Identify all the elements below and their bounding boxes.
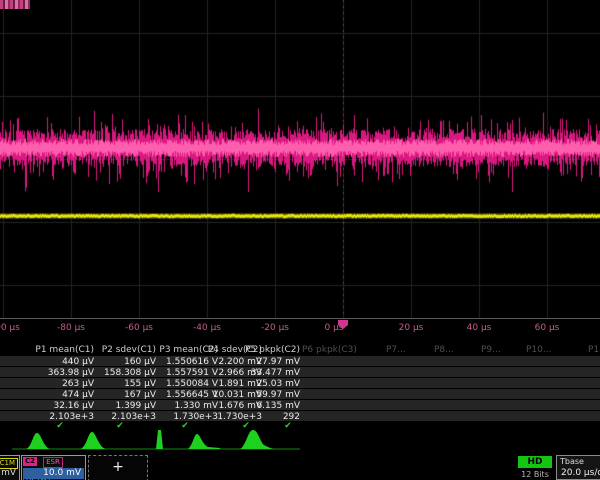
time-tick-label: 20 µs — [399, 323, 424, 333]
c2-esr-badge: ESR — [43, 457, 63, 468]
time-tick-label: 60 µs — [535, 323, 560, 333]
measure-header-p6[interactable]: P6 pkpk(C3) — [302, 345, 372, 355]
histicon-p2[interactable] — [80, 432, 106, 449]
histicon-p1[interactable] — [26, 433, 50, 449]
histicon-p3[interactable] — [156, 430, 163, 449]
oscilloscope-screen: -100 µs -80 µs -60 µs -40 µs -20 µs 0 µs… — [0, 0, 600, 480]
c2-scale-value: 10.0 mV — [23, 468, 84, 479]
time-tick-label: -100 µs — [0, 323, 20, 333]
histicon-p4[interactable] — [188, 434, 220, 449]
time-tick-label: -20 µs — [261, 323, 289, 333]
histicon-strip — [0, 428, 600, 454]
add-trace-button[interactable]: + — [88, 455, 148, 480]
histicon-p5[interactable] — [240, 430, 274, 449]
c1-scale-value: 10.0 mV — [0, 468, 16, 478]
timebase-descriptor[interactable]: Tbase 20.0 µs/div — [556, 455, 600, 480]
tbase-label: Tbase — [560, 457, 584, 466]
time-axis: -100 µs -80 µs -60 µs -40 µs -20 µs 0 µs… — [0, 318, 600, 337]
measurement-value: 59.97 mV — [208, 390, 300, 400]
plus-icon: + — [89, 460, 147, 474]
measurement-value: 33.477 mV — [208, 368, 300, 378]
hd-mode-badge[interactable]: HD — [518, 456, 552, 468]
measure-header-p11[interactable]: P11... — [588, 345, 600, 355]
clipped-top-left-label — [0, 0, 30, 9]
channel-c1-descriptor[interactable]: DC1M 10.0 mV — [0, 455, 20, 480]
time-tick-label: -80 µs — [57, 323, 85, 333]
waveform-display[interactable] — [0, 0, 600, 318]
measure-header-p5[interactable]: P5 pkpk(C2) — [208, 345, 300, 355]
time-tick-label: -40 µs — [193, 323, 221, 333]
c2-label: C2 — [23, 457, 37, 466]
time-tick-label: -60 µs — [125, 323, 153, 333]
tbase-value: 20.0 µs/div — [561, 468, 600, 478]
hd-bits-label: 12 Bits — [514, 470, 556, 479]
measurement-value: 6.135 mV — [208, 401, 300, 411]
channel-c2-descriptor[interactable]: C2 ESR DC1M 10.0 mV — [21, 455, 86, 480]
time-tick-label: 40 µs — [467, 323, 492, 333]
measurement-value: 25.03 mV — [208, 379, 300, 389]
measure-header-p10[interactable]: P10... — [526, 345, 596, 355]
measurement-value: 27.97 mV — [208, 357, 300, 367]
